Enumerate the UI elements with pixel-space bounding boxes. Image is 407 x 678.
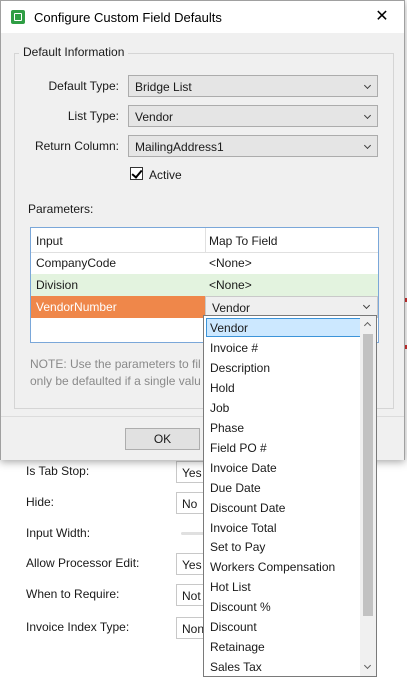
dropdown-item-label: Due Date <box>210 480 261 495</box>
input-cell: CompanyCode <box>36 256 117 270</box>
dropdown-item-label: Phase <box>210 420 245 435</box>
dropdown-scrollbar[interactable] <box>360 316 376 676</box>
chevron-down-icon <box>363 81 372 90</box>
dropdown-item[interactable]: Workers Compensation <box>206 557 361 576</box>
grid-header: Input Map To Field <box>31 228 378 253</box>
tab-stop-label: Is Tab Stop: <box>26 464 90 478</box>
return-column-value: MailingAddress1 <box>135 140 224 154</box>
dropdown-item[interactable]: Discount <box>206 617 361 636</box>
input-cell-selected: VendorNumber <box>31 296 205 318</box>
note-text: NOTE: Use the parameters to filte only b… <box>30 356 200 390</box>
column-header-input[interactable]: Input <box>36 234 63 248</box>
group-title: Default Information <box>19 45 129 59</box>
active-label[interactable]: Active <box>149 168 182 182</box>
dropdown-item[interactable]: Retainage <box>206 637 361 656</box>
when-require-label: When to Require: <box>26 587 120 601</box>
dropdown-item-label: Sales Tax <box>210 660 262 675</box>
dialog-title: Configure Custom Field Defaults <box>34 10 222 25</box>
input-width-label: Input Width: <box>26 526 91 540</box>
dropdown-item-label: Discount Date <box>210 500 286 515</box>
column-header-map-to-field[interactable]: Map To Field <box>209 234 277 248</box>
dropdown-item[interactable]: Job <box>206 398 361 417</box>
dropdown-item-label: Description <box>210 360 271 375</box>
chevron-down-icon <box>362 301 371 310</box>
dropdown-item[interactable]: Discount % <box>206 597 361 616</box>
close-icon[interactable]: ✕ <box>360 1 404 33</box>
chevron-down-icon <box>363 111 372 120</box>
dropdown-item-label: Set to Pay <box>210 540 266 555</box>
note-line: NOTE: Use the parameters to filte <box>30 357 200 371</box>
return-column-select[interactable]: MailingAddress1 <box>128 135 378 157</box>
scroll-thumb[interactable] <box>363 334 373 616</box>
map-cell[interactable]: <None> <box>209 256 252 270</box>
list-type-label: List Type: <box>67 109 119 123</box>
dropdown-item[interactable]: Hot List <box>206 577 361 596</box>
dropdown-item[interactable]: Description <box>206 358 361 377</box>
active-checkbox[interactable] <box>130 167 143 180</box>
title-bar: Configure Custom Field Defaults ✕ <box>1 1 404 33</box>
dropdown-item[interactable]: Vendor <box>206 318 361 337</box>
dropdown-item[interactable]: Field PO # <box>206 438 361 457</box>
dropdown-item-label: Invoice # <box>210 340 259 355</box>
table-row[interactable]: CompanyCode <None> <box>31 252 378 274</box>
index-type-label: Invoice Index Type: <box>26 620 130 634</box>
dropdown-item-label: Vendor <box>210 321 249 335</box>
dropdown-item[interactable]: Sales Tax <box>206 657 361 676</box>
map-to-field-dropdown[interactable]: Vendor Invoice # Description Hold Job Phase Fi… <box>203 315 377 677</box>
app-icon <box>11 10 25 24</box>
chevron-down-icon <box>363 141 372 150</box>
map-to-field-value: Vendor <box>212 301 251 315</box>
input-cell-text: VendorNumber <box>36 300 117 314</box>
dropdown-item-label: Discount <box>210 620 257 635</box>
map-cell[interactable]: <None> <box>209 278 252 292</box>
ok-button[interactable]: OK <box>125 428 200 450</box>
dropdown-item-label: Invoice Date <box>210 460 277 475</box>
dropdown-item[interactable]: Invoice Total <box>206 518 361 537</box>
default-type-select[interactable]: Bridge List <box>128 75 378 97</box>
scroll-down-icon[interactable] <box>360 660 376 676</box>
return-column-label: Return Column: <box>34 139 119 153</box>
dropdown-item-label: Workers Compensation <box>210 560 336 575</box>
dropdown-item[interactable]: Discount Date <box>206 498 361 517</box>
dropdown-item[interactable]: Invoice # <box>206 338 361 357</box>
allow-edit-label: Allow Processor Edit: <box>26 556 140 570</box>
dropdown-item[interactable]: Set to Pay <box>206 537 361 556</box>
scroll-up-icon[interactable] <box>360 316 376 332</box>
table-row[interactable]: Division <None> <box>31 274 378 296</box>
dropdown-item-label: Hot List <box>210 580 251 595</box>
parameters-label: Parameters: <box>28 202 94 216</box>
default-type-value: Bridge List <box>135 80 192 94</box>
dropdown-item-label: Hold <box>210 380 235 395</box>
dropdown-item-label: Field PO # <box>210 440 267 455</box>
dropdown-item-label: Retainage <box>210 640 265 655</box>
list-type-value: Vendor <box>135 110 174 124</box>
list-type-select[interactable]: Vendor <box>128 105 378 127</box>
dropdown-item[interactable]: Hold <box>206 378 361 397</box>
dropdown-item-label: Discount % <box>210 600 271 615</box>
dropdown-item-label: Job <box>210 400 230 415</box>
note-line: only be defaulted if a single value <box>30 374 200 388</box>
default-type-label: Default Type: <box>48 79 120 93</box>
dropdown-item[interactable]: Invoice Date <box>206 458 361 477</box>
dropdown-item[interactable]: Phase <box>206 418 361 437</box>
column-divider[interactable] <box>205 228 206 252</box>
dropdown-item-label: Invoice Total <box>210 520 277 535</box>
dropdown-item[interactable]: Due Date <box>206 478 361 497</box>
hide-label: Hide: <box>26 495 55 509</box>
input-cell: Division <box>36 278 79 292</box>
